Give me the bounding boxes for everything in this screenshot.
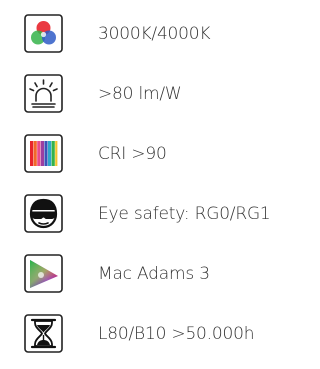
feature-item-mac-adams: Mac Adams 3	[0, 252, 297, 296]
chromaticity-triangle-icon	[24, 254, 63, 293]
feature-label: CRI >90	[98, 144, 167, 164]
feature-label: 3000K/4000K	[98, 24, 211, 44]
hourglass-icon	[24, 314, 63, 353]
light-beam-icon	[24, 74, 63, 113]
feature-label: Eye safety: RG0/RG1	[98, 204, 271, 224]
face-with-goggles-icon	[24, 194, 63, 233]
feature-label: L80/B10 >50.000h	[98, 324, 255, 344]
color-spectrum-bars-icon	[24, 134, 63, 173]
feature-item-lifetime: L80/B10 >50.000h	[0, 312, 297, 356]
rgb-color-circles-icon	[24, 14, 63, 53]
feature-item-efficacy: >80 lm/W	[0, 72, 297, 116]
feature-item-color-temperature: 3000K/4000K	[0, 12, 297, 56]
feature-list: 3000K/4000K >80 lm/W CRI >90 Eye safety:…	[0, 0, 297, 369]
feature-label: Mac Adams 3	[98, 264, 210, 284]
feature-item-cri: CRI >90	[0, 132, 297, 176]
feature-item-eye-safety: Eye safety: RG0/RG1	[0, 192, 297, 236]
feature-label: >80 lm/W	[98, 84, 182, 104]
